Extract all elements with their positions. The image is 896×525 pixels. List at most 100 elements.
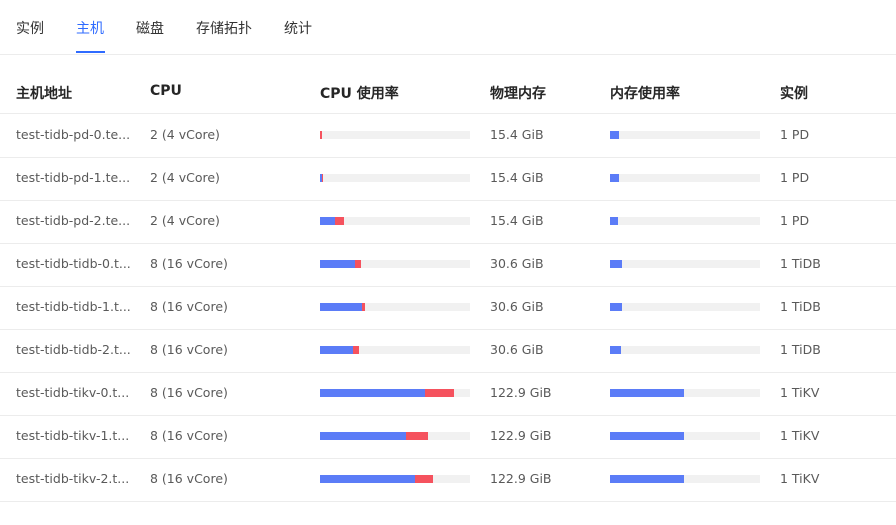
memory-usage-bar bbox=[610, 475, 760, 483]
table-row[interactable]: test-tidb-tidb-0.t... 8 (16 vCore) 30.6 Gi… bbox=[0, 243, 896, 287]
cpu-system-segment bbox=[320, 131, 322, 139]
memory-usage-bar bbox=[610, 432, 760, 440]
cpu-usage-bar bbox=[320, 475, 470, 483]
cpu-system-segment bbox=[405, 432, 428, 440]
cpu-system-segment bbox=[354, 260, 361, 268]
memory-usage-bar bbox=[610, 303, 760, 311]
instance-count: 1 TiKV bbox=[780, 428, 820, 443]
cpu-user-segment bbox=[320, 346, 353, 354]
instance-count: 1 TiDB bbox=[780, 256, 821, 271]
memory-usage-bar bbox=[610, 131, 760, 139]
column-header-physical-memory[interactable]: 物理内存 bbox=[490, 83, 546, 103]
table-row[interactable]: test-tidb-pd-1.te... 2 (4 vCore) 15.4 GiB 1… bbox=[0, 157, 896, 201]
cpu-user-segment bbox=[320, 432, 406, 440]
active-tab-indicator bbox=[76, 51, 105, 53]
host-address: test-tidb-tikv-1.t... bbox=[16, 428, 130, 443]
cpu-system-segment bbox=[362, 303, 365, 311]
tab-statistics[interactable]: 统计 bbox=[284, 20, 312, 38]
physical-memory: 30.6 GiB bbox=[490, 256, 544, 271]
physical-memory: 122.9 GiB bbox=[490, 385, 552, 400]
host-address: test-tidb-tikv-2.t... bbox=[16, 471, 130, 486]
instance-count: 1 TiKV bbox=[780, 471, 820, 486]
cpu-cores: 8 (16 vCore) bbox=[150, 299, 228, 314]
table-row[interactable]: test-tidb-pd-0.te... 2 (4 vCore) 15.4 GiB 1… bbox=[0, 114, 896, 158]
cpu-user-segment bbox=[320, 260, 355, 268]
table-row[interactable]: test-tidb-tidb-1.t... 8 (16 vCore) 30.6 Gi… bbox=[0, 286, 896, 330]
memory-usage-bar bbox=[610, 260, 760, 268]
memory-used-segment bbox=[610, 475, 684, 483]
host-address: test-tidb-tidb-1.t... bbox=[16, 299, 131, 314]
cpu-usage-bar bbox=[320, 260, 470, 268]
host-address: test-tidb-tidb-0.t... bbox=[16, 256, 131, 271]
cpu-cores: 8 (16 vCore) bbox=[150, 428, 228, 443]
cpu-usage-bar bbox=[320, 303, 470, 311]
table-row[interactable]: test-tidb-pd-2.te... 2 (4 vCore) 15.4 GiB 1… bbox=[0, 200, 896, 244]
physical-memory: 15.4 GiB bbox=[490, 127, 544, 142]
instance-count: 1 PD bbox=[780, 213, 810, 228]
cpu-cores: 8 (16 vCore) bbox=[150, 385, 228, 400]
memory-used-segment bbox=[610, 432, 684, 440]
instance-count: 1 PD bbox=[780, 170, 810, 185]
column-header-host-address[interactable]: 主机地址 bbox=[16, 83, 72, 103]
physical-memory: 30.6 GiB bbox=[490, 342, 544, 357]
host-address: test-tidb-pd-2.te... bbox=[16, 213, 131, 228]
physical-memory: 122.9 GiB bbox=[490, 471, 552, 486]
table-row[interactable]: test-tidb-tikv-0.t... 8 (16 vCore) 122.9 G… bbox=[0, 372, 896, 416]
cpu-cores: 2 (4 vCore) bbox=[150, 127, 220, 142]
cpu-cores: 2 (4 vCore) bbox=[150, 213, 220, 228]
instance-count: 1 TiDB bbox=[780, 342, 821, 357]
host-address: test-tidb-tikv-0.t... bbox=[16, 385, 130, 400]
memory-used-segment bbox=[610, 346, 621, 354]
physical-memory: 15.4 GiB bbox=[490, 170, 544, 185]
memory-usage-bar bbox=[610, 389, 760, 397]
cpu-user-segment bbox=[320, 389, 425, 397]
cpu-usage-bar bbox=[320, 432, 470, 440]
column-header-instances[interactable]: 实例 bbox=[780, 83, 808, 103]
cpu-usage-bar bbox=[320, 346, 470, 354]
cpu-system-segment bbox=[335, 217, 344, 225]
cpu-usage-bar bbox=[320, 131, 470, 139]
tab-instances[interactable]: 实例 bbox=[16, 20, 44, 38]
cpu-cores: 8 (16 vCore) bbox=[150, 471, 228, 486]
cpu-usage-bar bbox=[320, 217, 470, 225]
table-header: 主机地址 CPU CPU 使用率 物理内存 内存使用率 实例 bbox=[0, 70, 896, 114]
host-address: test-tidb-pd-1.te... bbox=[16, 170, 131, 185]
cpu-user-segment bbox=[320, 475, 415, 483]
instance-count: 1 TiDB bbox=[780, 299, 821, 314]
host-address: test-tidb-pd-0.te... bbox=[16, 127, 131, 142]
cpu-cores: 8 (16 vCore) bbox=[150, 256, 228, 271]
column-header-cpu-usage[interactable]: CPU 使用率 bbox=[320, 83, 399, 103]
tab-hosts[interactable]: 主机 bbox=[76, 20, 104, 38]
memory-used-segment bbox=[610, 303, 622, 311]
physical-memory: 30.6 GiB bbox=[490, 299, 544, 314]
instance-count: 1 PD bbox=[780, 127, 810, 142]
cpu-cores: 8 (16 vCore) bbox=[150, 342, 228, 357]
cpu-system-segment bbox=[414, 475, 433, 483]
physical-memory: 122.9 GiB bbox=[490, 428, 552, 443]
memory-usage-bar bbox=[610, 346, 760, 354]
cpu-system-segment bbox=[321, 174, 323, 182]
column-header-memory-usage[interactable]: 内存使用率 bbox=[610, 83, 680, 103]
table-row[interactable]: test-tidb-tikv-2.t... 8 (16 vCore) 122.9 G… bbox=[0, 458, 896, 502]
table-row[interactable]: test-tidb-tidb-2.t... 8 (16 vCore) 30.6 Gi… bbox=[0, 329, 896, 373]
cpu-system-segment bbox=[353, 346, 359, 354]
column-header-cpu[interactable]: CPU bbox=[150, 83, 182, 99]
cpu-usage-bar bbox=[320, 174, 470, 182]
tab-storage-topology[interactable]: 存储拓扑 bbox=[196, 20, 252, 38]
instance-count: 1 TiKV bbox=[780, 385, 820, 400]
tab-bar: 实例 主机 磁盘 存储拓扑 统计 bbox=[0, 0, 896, 55]
memory-used-segment bbox=[610, 389, 684, 397]
memory-used-segment bbox=[610, 131, 619, 139]
cpu-user-segment bbox=[320, 303, 362, 311]
cpu-cores: 2 (4 vCore) bbox=[150, 170, 220, 185]
memory-used-segment bbox=[610, 260, 622, 268]
memory-usage-bar bbox=[610, 174, 760, 182]
host-address: test-tidb-tidb-2.t... bbox=[16, 342, 131, 357]
cpu-usage-bar bbox=[320, 389, 470, 397]
memory-usage-bar bbox=[610, 217, 760, 225]
tab-disks[interactable]: 磁盘 bbox=[136, 20, 164, 38]
table-row[interactable]: test-tidb-tikv-1.t... 8 (16 vCore) 122.9 G… bbox=[0, 415, 896, 459]
memory-used-segment bbox=[610, 217, 618, 225]
memory-used-segment bbox=[610, 174, 619, 182]
physical-memory: 15.4 GiB bbox=[490, 213, 544, 228]
